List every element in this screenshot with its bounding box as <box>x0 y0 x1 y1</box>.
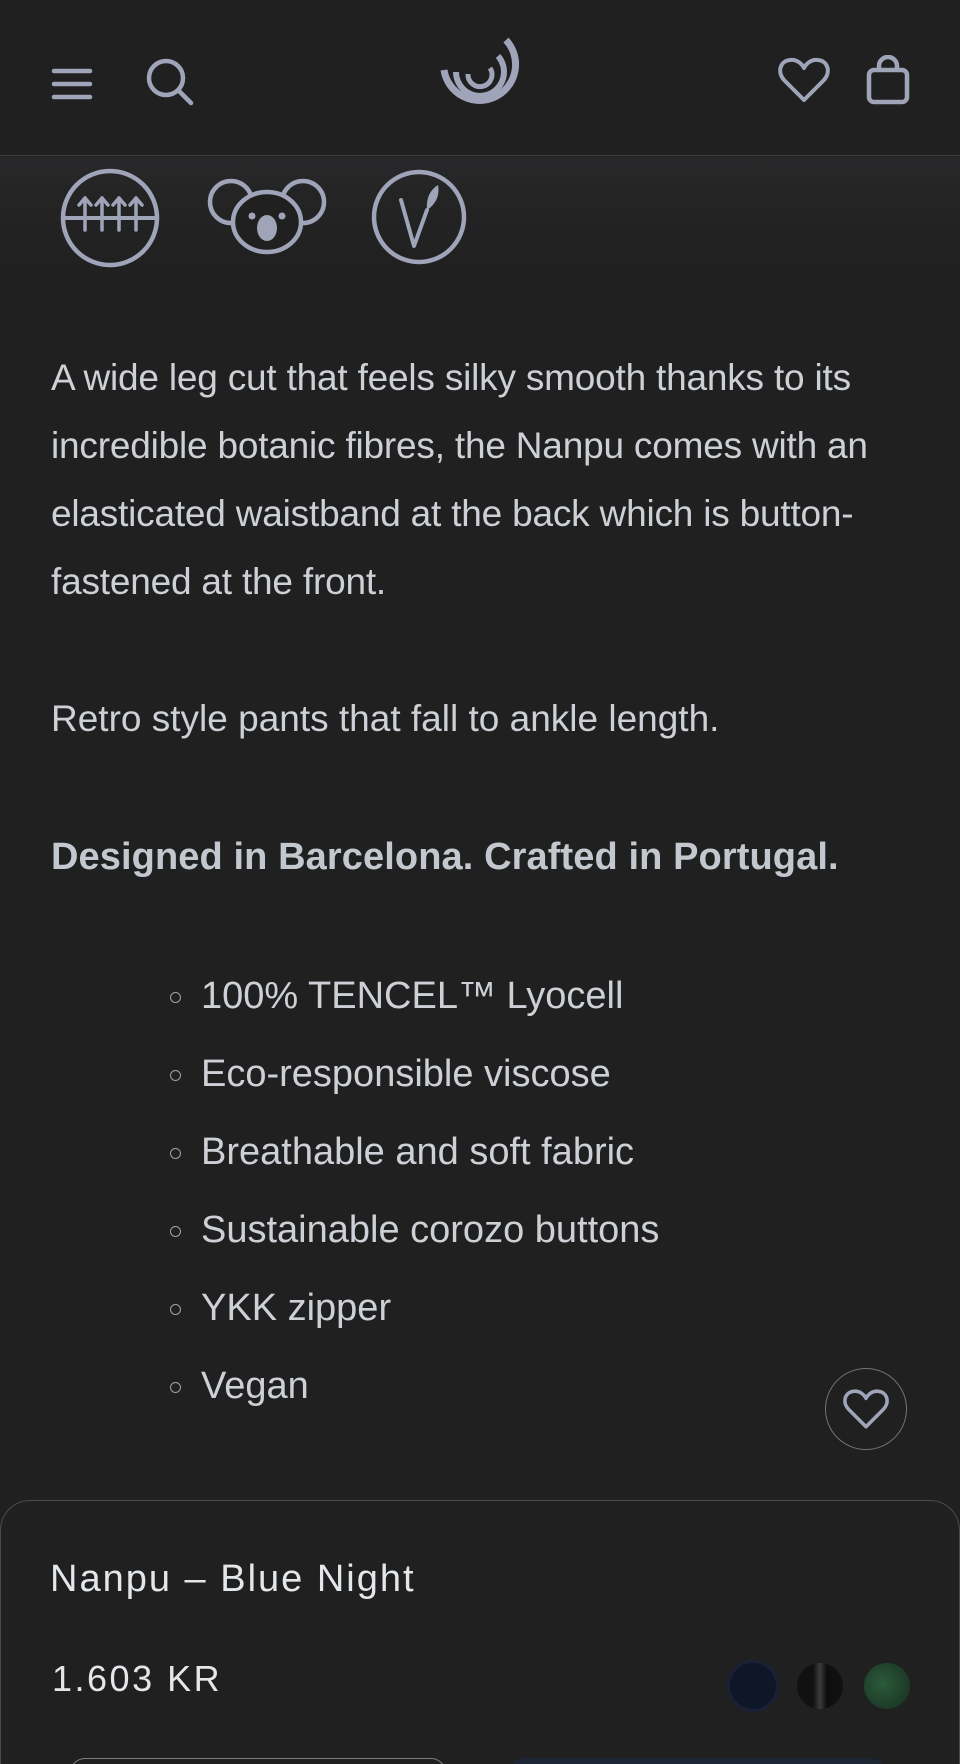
add-to-cart-button[interactable] <box>510 1758 885 1764</box>
heart-icon <box>843 1389 889 1429</box>
size-select-button[interactable] <box>70 1758 446 1764</box>
bullet-icon <box>170 1148 181 1159</box>
list-item: 100% TENCEL™ Lyocell <box>168 963 659 1041</box>
product-bottom-sheet <box>0 1500 960 1764</box>
list-item: Eco-responsible viscose <box>168 1041 659 1119</box>
product-description-style: Retro style pants that fall to ankle len… <box>51 698 720 739</box>
list-item: Vegan <box>168 1353 659 1431</box>
feature-list: 100% TENCEL™ Lyocell Eco-responsible vis… <box>168 963 659 1431</box>
color-swatch-black[interactable] <box>797 1663 843 1709</box>
bullet-icon <box>170 1070 181 1081</box>
origin-tagline: Designed in Barcelona. Crafted in Portug… <box>51 836 839 878</box>
breathable-arrows-icon <box>60 168 160 268</box>
color-swatch-blue-night[interactable] <box>730 1663 776 1709</box>
bullet-icon <box>170 992 181 1003</box>
wishlist-heart-icon[interactable] <box>772 48 836 112</box>
shopping-bag-icon[interactable] <box>860 48 916 112</box>
add-to-wishlist-button[interactable] <box>825 1368 907 1450</box>
hamburger-menu-icon[interactable] <box>44 56 100 112</box>
color-swatch-green[interactable] <box>864 1663 910 1709</box>
koala-icon <box>206 176 328 258</box>
product-price: 1.603 KR <box>52 1658 223 1699</box>
list-item: YKK zipper <box>168 1275 659 1353</box>
list-item: Breathable and soft fabric <box>168 1119 659 1197</box>
product-name: Nanpu – Blue Night <box>50 1558 416 1600</box>
product-page: A wide leg cut that feels silky smooth t… <box>0 0 960 1764</box>
spiral-logo-icon[interactable] <box>436 34 520 112</box>
bullet-icon <box>170 1304 181 1315</box>
bullet-icon <box>170 1382 181 1393</box>
top-nav-bar <box>0 0 960 156</box>
vegan-leaf-icon <box>370 168 468 266</box>
list-item: Sustainable corozo buttons <box>168 1197 659 1275</box>
search-icon[interactable] <box>140 52 200 112</box>
product-description: A wide leg cut that feels silky smooth t… <box>51 357 868 602</box>
bullet-icon <box>170 1226 181 1237</box>
